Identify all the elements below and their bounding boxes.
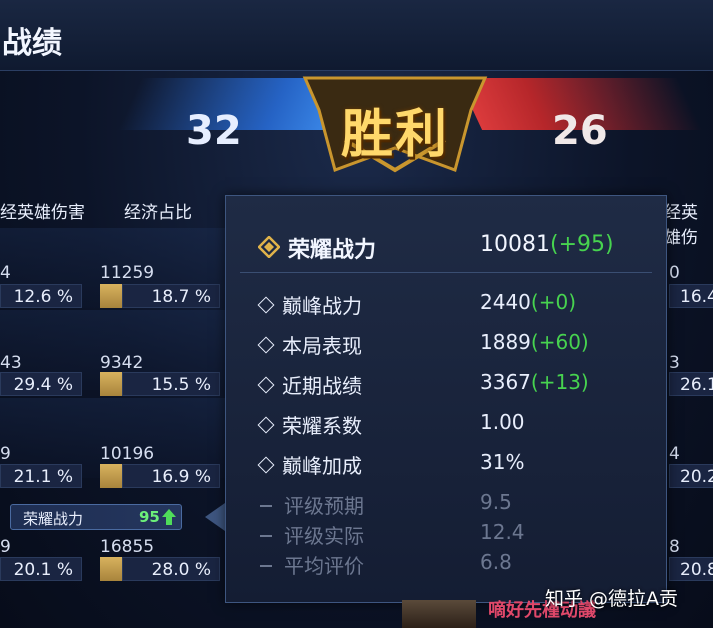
total-value: 10081	[480, 232, 550, 257]
tooltip-pointer	[205, 503, 225, 531]
item-label: 巅峰战力	[282, 294, 362, 318]
top-bar: 战绩	[0, 0, 713, 71]
gold-share-bar	[100, 284, 122, 308]
right-damage-value: 4	[669, 444, 680, 464]
column-header-hero-damage: 经英雄伤害	[0, 203, 85, 223]
item-delta: (+0)	[530, 290, 576, 314]
honor-power-icon	[258, 236, 280, 258]
tooltip-item: 本局表现	[257, 330, 362, 359]
dash-icon	[260, 565, 272, 567]
damage-percent: 20.1 %	[0, 557, 82, 581]
gold-share-bar	[100, 557, 122, 581]
gold-percent: 16.9 %	[122, 464, 220, 488]
damage-percent: 29.4 %	[0, 372, 82, 396]
tooltip-disabled-value: 12.4	[480, 520, 525, 544]
gold-percent: 18.7 %	[122, 284, 220, 308]
up-arrow-icon	[162, 509, 176, 525]
tooltip-item: 荣耀系数	[257, 410, 362, 439]
diamond-icon	[257, 296, 275, 314]
tooltip-item-value: 1889(+60)	[480, 330, 589, 354]
right-damage-percent: 20.8	[669, 557, 713, 581]
tooltip-disabled-item: 平均评价	[260, 550, 364, 579]
honor-power-gain: 95	[139, 508, 160, 526]
damage-value: 4	[0, 263, 11, 283]
tooltip-item: 近期战绩	[257, 370, 362, 399]
honor-power-tooltip: 荣耀战力 10081(+95) 巅峰战力 2440(+0) 本局表现 1889(…	[225, 195, 667, 603]
damage-value: 9	[0, 444, 11, 464]
damage-percent: 12.6 %	[0, 284, 82, 308]
diamond-icon	[257, 456, 275, 474]
gold-value: 11259	[100, 263, 155, 283]
tooltip-disabled-value: 9.5	[480, 490, 512, 514]
column-header-hero-damage-right: 经英雄伤	[664, 203, 698, 248]
gold-share-bar	[100, 372, 122, 396]
diamond-icon	[257, 376, 275, 394]
tooltip-total: 10081(+95)	[480, 232, 614, 257]
right-damage-value: 8	[669, 537, 680, 557]
item-value: 2440	[480, 290, 531, 314]
tooltip-disabled-item: 评级预期	[260, 490, 364, 519]
tooltip-item-value: 3367(+13)	[480, 370, 589, 394]
tooltip-title: 荣耀战力	[288, 238, 377, 263]
right-damage-value: 0	[669, 263, 680, 283]
item-label: 荣耀系数	[282, 414, 362, 438]
diamond-icon	[257, 416, 275, 434]
tooltip-item: 巅峰加成	[257, 450, 362, 479]
right-damage-percent: 20.2	[669, 464, 713, 488]
right-damage-value: 3	[669, 353, 680, 373]
gold-percent: 15.5 %	[122, 372, 220, 396]
item-label: 巅峰加成	[282, 454, 362, 478]
tooltip-disabled-value: 6.8	[480, 550, 512, 574]
tooltip-item-value: 31%	[480, 450, 525, 474]
item-value: 1889	[480, 330, 531, 354]
item-value: 3367	[480, 370, 531, 394]
diamond-icon	[257, 336, 275, 354]
item-label: 评级预期	[284, 494, 364, 518]
damage-value: 43	[0, 353, 22, 373]
gold-share-bar	[100, 464, 122, 488]
column-header-gold-share: 经济占比	[124, 203, 192, 223]
dash-icon	[260, 535, 272, 537]
avatar[interactable]	[402, 600, 476, 628]
dash-icon	[260, 505, 272, 507]
gold-value: 9342	[100, 353, 144, 373]
tooltip-divider	[240, 272, 652, 273]
right-damage-percent: 26.1	[669, 372, 713, 396]
item-label: 评级实际	[284, 524, 364, 548]
gold-value: 16855	[100, 537, 155, 557]
honor-power-label: 荣耀战力	[23, 510, 84, 528]
red-team-score: 26	[552, 108, 608, 154]
tooltip-disabled-item: 评级实际	[260, 520, 364, 549]
gold-value: 10196	[100, 444, 155, 464]
item-label: 本局表现	[282, 334, 362, 358]
right-damage-percent: 16.4	[669, 284, 713, 308]
item-label: 平均评价	[284, 554, 364, 578]
tooltip-item-value: 1.00	[480, 410, 525, 434]
total-delta: (+95)	[550, 232, 614, 257]
item-delta: (+60)	[530, 330, 589, 354]
match-result: 胜利	[340, 104, 449, 165]
tooltip-item-value: 2440(+0)	[480, 290, 576, 314]
damage-value: 9	[0, 537, 11, 557]
item-label: 近期战绩	[282, 374, 362, 398]
honor-power-chip[interactable]: 荣耀战力 95	[10, 504, 182, 530]
watermark: 知乎 @德拉A贡	[545, 588, 679, 610]
damage-percent: 21.1 %	[0, 464, 82, 488]
page-title: 战绩	[2, 26, 62, 61]
gold-percent: 28.0 %	[122, 557, 220, 581]
blue-team-score: 32	[186, 108, 242, 154]
item-delta: (+13)	[530, 370, 589, 394]
tooltip-item: 巅峰战力	[257, 290, 362, 319]
